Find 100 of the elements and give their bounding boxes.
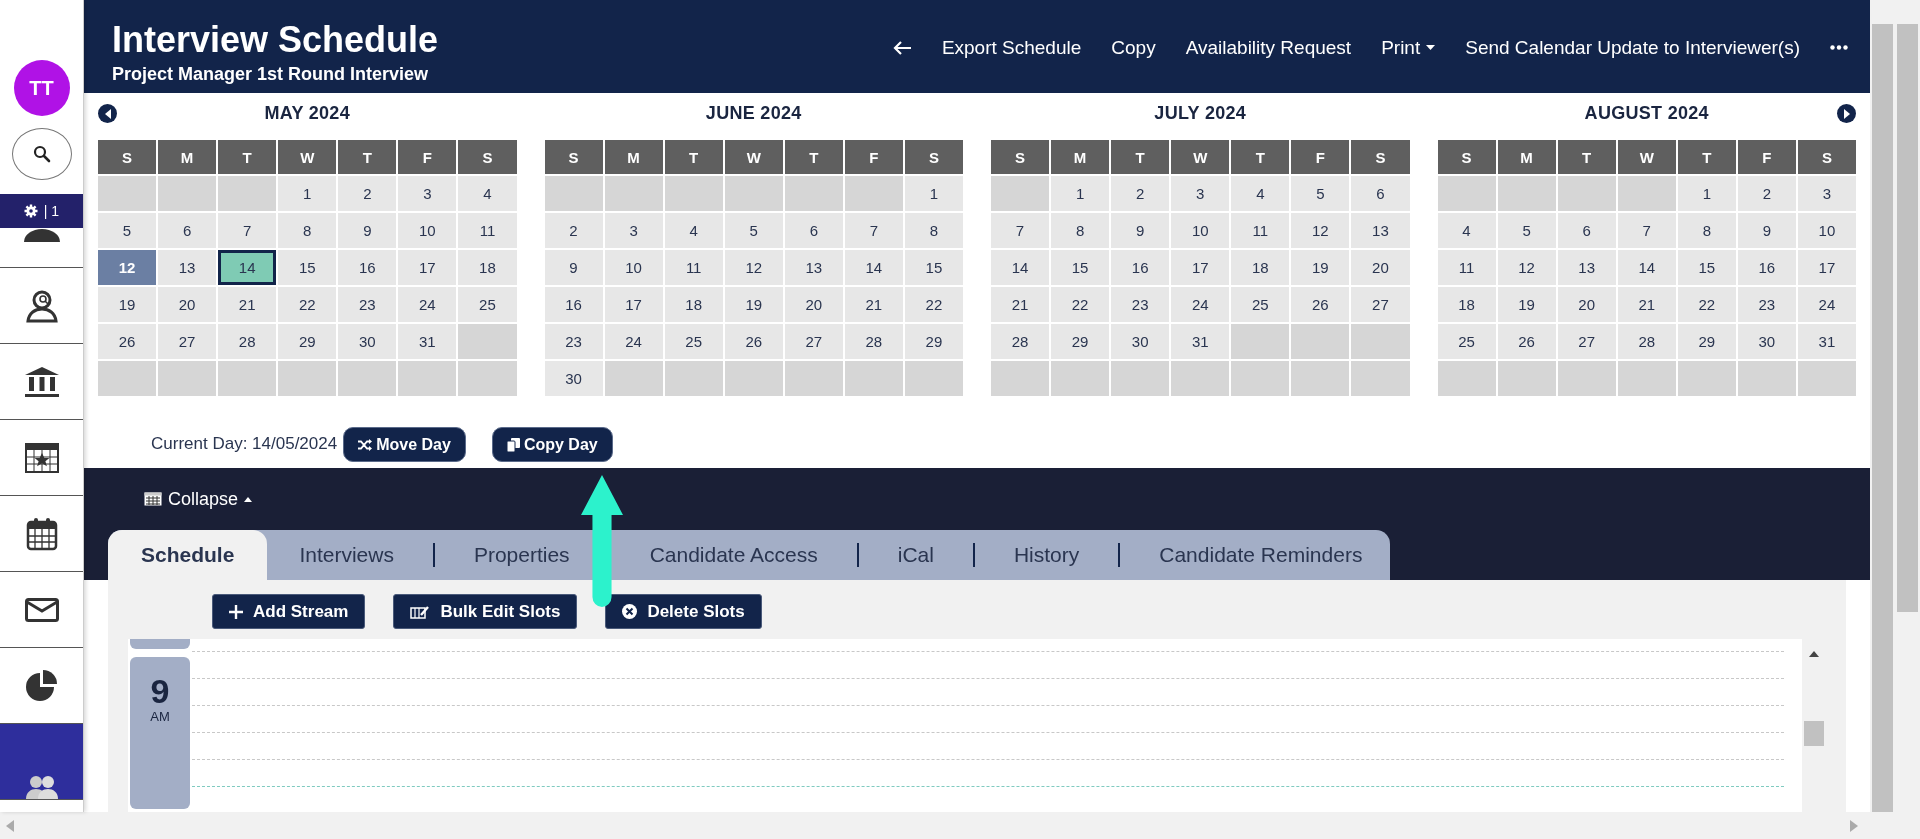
day-cell[interactable]: 7 [844, 213, 903, 248]
day-cell[interactable]: 19 [1497, 287, 1556, 322]
day-cell[interactable]: 25 [1231, 287, 1290, 322]
day-cell[interactable]: 17 [1171, 250, 1230, 285]
day-cell[interactable]: 18 [1437, 287, 1496, 322]
day-cell[interactable]: 1 [1051, 176, 1110, 211]
day-cell[interactable]: 19 [1291, 250, 1350, 285]
day-cell[interactable]: 6 [784, 213, 843, 248]
day-cell[interactable]: 7 [218, 213, 277, 248]
day-cell[interactable]: 16 [1737, 250, 1796, 285]
day-cell[interactable]: 27 [158, 324, 217, 359]
previous-month-button[interactable] [98, 104, 117, 123]
day-cell[interactable]: 24 [1797, 287, 1856, 322]
tab[interactable]: iCal [885, 530, 946, 580]
day-cell[interactable]: 21 [991, 287, 1050, 322]
day-cell[interactable]: 6 [1557, 213, 1616, 248]
day-cell[interactable]: 26 [724, 324, 783, 359]
day-cell[interactable]: 19 [724, 287, 783, 322]
day-cell[interactable]: 14 [218, 250, 277, 285]
day-cell[interactable]: 4 [1437, 213, 1496, 248]
day-cell[interactable]: 31 [1171, 324, 1230, 359]
day-cell[interactable]: 24 [398, 287, 457, 322]
tab[interactable]: Candidate Reminders [1147, 530, 1391, 580]
day-cell[interactable]: 12 [1291, 213, 1350, 248]
day-cell[interactable]: 18 [664, 287, 723, 322]
day-cell[interactable]: 30 [1111, 324, 1170, 359]
day-cell[interactable]: 13 [1557, 250, 1616, 285]
day-cell[interactable]: 6 [158, 213, 217, 248]
day-cell[interactable]: 13 [1351, 213, 1410, 248]
day-cell[interactable]: 26 [98, 324, 157, 359]
day-cell[interactable]: 2 [1737, 176, 1796, 211]
day-cell[interactable]: 9 [1737, 213, 1796, 248]
day-cell[interactable]: 28 [218, 324, 277, 359]
day-cell[interactable]: 23 [338, 287, 397, 322]
day-cell[interactable]: 18 [458, 250, 517, 285]
search-button[interactable] [11, 128, 72, 180]
day-cell[interactable]: 14 [991, 250, 1050, 285]
day-cell[interactable]: 28 [1617, 324, 1676, 359]
day-cell[interactable]: 1 [278, 176, 337, 211]
collapse-button[interactable]: Collapse [108, 468, 253, 530]
day-cell[interactable]: 19 [98, 287, 157, 322]
day-cell[interactable]: 6 [1351, 176, 1410, 211]
day-cell[interactable]: 31 [1797, 324, 1856, 359]
day-cell[interactable]: 30 [544, 361, 603, 396]
day-cell[interactable]: 25 [458, 287, 517, 322]
tab[interactable]: Properties [461, 530, 582, 580]
day-cell[interactable]: 4 [458, 176, 517, 211]
copy-day-button[interactable]: Copy Day [491, 427, 613, 462]
day-cell[interactable]: 29 [1677, 324, 1736, 359]
header-link[interactable]: Availability Request [1185, 36, 1352, 59]
print-dropdown[interactable]: Print [1381, 36, 1436, 59]
nav-item[interactable] [0, 420, 83, 496]
day-cell[interactable]: 17 [398, 250, 457, 285]
page-scrollbar[interactable] [1870, 0, 1920, 812]
day-cell[interactable]: 11 [458, 213, 517, 248]
day-cell[interactable]: 15 [1677, 250, 1736, 285]
day-cell[interactable]: 16 [1111, 250, 1170, 285]
move-day-button[interactable]: Move Day [343, 427, 466, 462]
day-cell[interactable]: 15 [904, 250, 963, 285]
day-cell[interactable]: 16 [544, 287, 603, 322]
day-cell[interactable]: 1 [1677, 176, 1736, 211]
day-cell[interactable]: 13 [158, 250, 217, 285]
day-cell[interactable]: 23 [1737, 287, 1796, 322]
day-cell[interactable]: 11 [1437, 250, 1496, 285]
scroll-thumb[interactable] [1804, 721, 1824, 746]
day-cell[interactable]: 30 [338, 324, 397, 359]
more-button[interactable] [1830, 45, 1848, 50]
settings-badge[interactable]: | 1 [0, 194, 83, 228]
horizontal-scrollbar[interactable] [0, 812, 1920, 839]
day-cell[interactable]: 20 [1557, 287, 1616, 322]
day-cell[interactable]: 12 [724, 250, 783, 285]
day-cell[interactable]: 3 [604, 213, 663, 248]
day-cell[interactable]: 24 [1171, 287, 1230, 322]
nav-item[interactable] [0, 572, 83, 648]
add-stream-button[interactable]: Add Stream [212, 594, 366, 629]
day-cell[interactable]: 10 [604, 250, 663, 285]
day-cell[interactable]: 23 [544, 324, 603, 359]
day-cell[interactable]: 11 [664, 250, 723, 285]
day-cell[interactable]: 10 [1797, 213, 1856, 248]
day-cell[interactable]: 10 [1171, 213, 1230, 248]
tab[interactable]: Interviews [267, 530, 406, 580]
day-cell[interactable]: 22 [1677, 287, 1736, 322]
day-cell[interactable]: 25 [664, 324, 723, 359]
delete-slots-button[interactable]: Delete Slots [605, 594, 762, 629]
day-cell[interactable]: 30 [1737, 324, 1796, 359]
day-cell[interactable]: 7 [991, 213, 1050, 248]
nav-item[interactable] [0, 648, 83, 724]
day-cell[interactable]: 14 [844, 250, 903, 285]
header-link[interactable]: Export Schedule [941, 36, 1082, 59]
day-cell[interactable]: 22 [278, 287, 337, 322]
tab[interactable]: History [1001, 530, 1092, 580]
day-cell[interactable]: 26 [1497, 324, 1556, 359]
day-cell[interactable]: 5 [1497, 213, 1556, 248]
day-cell[interactable]: 8 [1677, 213, 1736, 248]
day-cell[interactable]: 12 [98, 250, 157, 285]
day-cell[interactable]: 5 [98, 213, 157, 248]
day-cell[interactable]: 8 [904, 213, 963, 248]
day-cell[interactable]: 31 [398, 324, 457, 359]
day-cell[interactable]: 29 [904, 324, 963, 359]
nav-item[interactable] [0, 268, 83, 344]
